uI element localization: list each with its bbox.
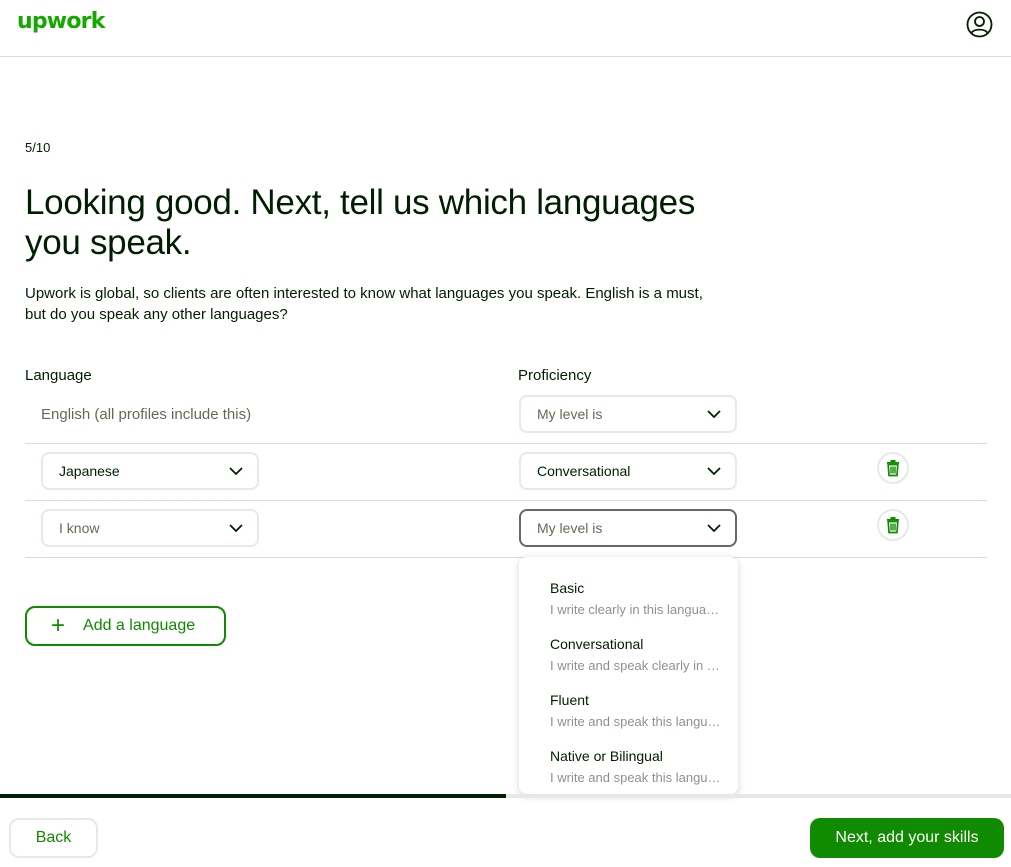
back-button[interactable]: Back	[9, 818, 98, 858]
japanese-proficiency-select[interactable]: Conversational	[519, 452, 737, 490]
chevron-down-icon	[707, 410, 721, 419]
language-select-japanese[interactable]: Japanese	[41, 452, 259, 490]
delete-new-language-button[interactable]	[877, 509, 909, 541]
step-counter: 5/10	[25, 140, 51, 155]
proficiency-dropdown-menu: Basic I write clearly in this language. …	[519, 557, 738, 794]
proficiency-option-native[interactable]: Native or Bilingual I write and speak th…	[519, 732, 738, 788]
option-description: I write clearly in this language.	[550, 602, 722, 617]
english-language-text: English (all profiles include this)	[41, 406, 252, 423]
user-circle-icon[interactable]	[966, 11, 993, 38]
add-language-button[interactable]: + Add a language	[25, 606, 226, 646]
add-language-label: Add a language	[83, 617, 196, 634]
row-divider	[25, 500, 987, 501]
upwork-logo[interactable]: upwork	[17, 9, 105, 34]
language-select-new[interactable]: I know	[41, 509, 259, 547]
select-value: I know	[59, 520, 100, 536]
select-value: My level is	[537, 406, 603, 422]
option-title: Native or Bilingual	[550, 748, 663, 764]
chevron-down-icon	[707, 467, 721, 476]
option-description: I write and speak this language almost p…	[550, 714, 722, 729]
option-title: Fluent	[550, 692, 589, 708]
trash-icon	[887, 460, 899, 477]
select-value: My level is	[537, 520, 603, 536]
proficiency-column-label: Proficiency	[518, 367, 592, 384]
trash-icon	[887, 517, 899, 534]
chevron-down-icon	[707, 524, 721, 533]
language-column-label: Language	[25, 367, 92, 384]
plus-icon: +	[51, 612, 66, 639]
select-value: Conversational	[537, 463, 631, 479]
proficiency-option-fluent[interactable]: Fluent I write and speak this language a…	[519, 676, 738, 732]
chevron-down-icon	[229, 524, 243, 533]
english-proficiency-select[interactable]: My level is	[519, 395, 737, 433]
new-language-proficiency-select[interactable]: My level is	[519, 509, 737, 547]
delete-japanese-button[interactable]	[877, 452, 909, 484]
progress-bar	[0, 794, 1011, 798]
next-add-skills-button[interactable]: Next, add your skills	[810, 818, 1004, 858]
select-value: Japanese	[59, 463, 120, 479]
page-description: Upwork is global, so clients are often i…	[25, 285, 703, 323]
row-divider	[25, 557, 987, 558]
row-divider	[25, 443, 987, 444]
option-title: Conversational	[550, 636, 644, 652]
proficiency-option-basic[interactable]: Basic I write clearly in this language.	[519, 564, 738, 620]
option-title: Basic	[550, 580, 585, 596]
proficiency-option-conversational[interactable]: Conversational I write and speak clearly…	[519, 620, 738, 676]
option-description: I write and speak clearly in this langua…	[550, 658, 722, 673]
page-title: Looking good. Next, tell us which langua…	[25, 183, 696, 262]
progress-bar-fill	[0, 794, 506, 798]
chevron-down-icon	[229, 467, 243, 476]
option-description: I write and speak this language perfectl…	[550, 770, 722, 785]
top-bar: upwork	[0, 0, 1011, 57]
